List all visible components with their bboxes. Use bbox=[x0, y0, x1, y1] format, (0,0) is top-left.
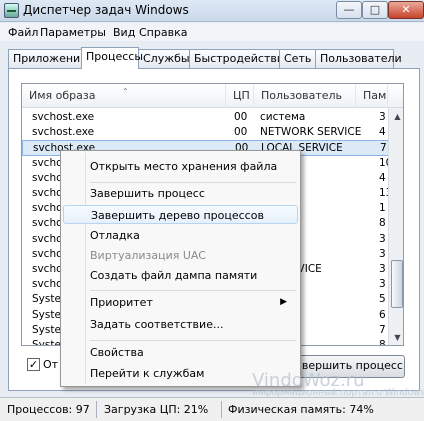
cell-image: Syste bbox=[32, 323, 61, 336]
cell-mem: 8 bbox=[379, 339, 386, 346]
cell-user: NETWORK SERVICE bbox=[260, 126, 362, 139]
cell-mem: 4 bbox=[379, 126, 386, 139]
menu-separator bbox=[90, 182, 296, 183]
cell-image: svcho bbox=[32, 278, 63, 291]
show-all-label: Oт bbox=[43, 358, 59, 371]
cell-mem: 6 bbox=[379, 308, 386, 321]
cell-image: svcho bbox=[32, 217, 63, 230]
cell-image: svcho bbox=[32, 171, 63, 184]
tab-performance[interactable]: Быстродействие bbox=[189, 49, 291, 68]
minimize-button[interactable]: — bbox=[336, 1, 362, 19]
cell-mem: 3 bbox=[379, 111, 386, 123]
column-image-label: Имя образа bbox=[29, 89, 96, 102]
menu-open-file-location[interactable]: Открыть место хранения файла bbox=[90, 157, 294, 176]
column-memory[interactable]: Памя bbox=[356, 84, 388, 108]
cell-image: Syste bbox=[32, 308, 61, 321]
cell-image: Syste bbox=[32, 339, 61, 346]
cell-mem: 5 bbox=[379, 293, 386, 306]
close-button[interactable]: ✕ bbox=[388, 1, 424, 19]
status-bar: Процессов: 97 Загрузка ЦП: 21% Физическа… bbox=[0, 397, 424, 421]
menu-debug[interactable]: Отладка bbox=[90, 226, 294, 245]
menu-set-affinity[interactable]: Задать соответствие... bbox=[90, 315, 294, 334]
scroll-thumb[interactable] bbox=[391, 260, 403, 308]
column-cpu[interactable]: ЦП bbox=[226, 84, 254, 108]
tab-users[interactable]: Пользователи bbox=[315, 49, 402, 68]
cell-mem: 1 bbox=[379, 202, 386, 215]
scroll-down-icon[interactable]: ▼ bbox=[389, 329, 403, 345]
table-row[interactable]: svchost.exe 00 система 3 bbox=[22, 110, 403, 126]
watermark-subtitle: информационный портал о Windows bbox=[252, 388, 424, 398]
title-bar: Диспетчер задач Windows — □ ✕ bbox=[0, 0, 424, 22]
cpu-usage: Загрузка ЦП: 21% bbox=[104, 403, 209, 416]
process-count: Процессов: 97 bbox=[7, 403, 90, 416]
cell-image: Syste bbox=[32, 293, 61, 306]
scroll-up-icon[interactable]: ▲ bbox=[389, 108, 403, 125]
status-divider bbox=[96, 401, 97, 418]
menu-file[interactable]: Файл bbox=[8, 26, 38, 39]
task-manager-window: Диспетчер задач Windows — □ ✕ Файл Парам… bbox=[0, 0, 424, 421]
column-user[interactable]: Пользователь bbox=[254, 84, 356, 108]
menu-end-process-tree[interactable]: Завершить дерево процессов bbox=[63, 205, 298, 224]
cell-cpu: 00 bbox=[234, 111, 248, 123]
cell-mem: 3 bbox=[379, 247, 386, 260]
menu-view[interactable]: Вид bbox=[113, 26, 135, 39]
sort-up-icon: ⌃ bbox=[122, 87, 129, 96]
cell-image: svcho bbox=[32, 187, 63, 199]
status-divider bbox=[221, 401, 222, 418]
menu-separator bbox=[90, 290, 296, 291]
column-image-name[interactable]: Имя образа ⌃ bbox=[22, 84, 226, 108]
menu-create-dump-file[interactable]: Создать файл дампа памяти bbox=[90, 266, 294, 285]
menu-priority[interactable]: Приоритет ▶ bbox=[90, 293, 294, 312]
menu-bar: Файл Параметры Вид Справка bbox=[0, 23, 424, 41]
window-title: Диспетчер задач Windows bbox=[23, 3, 189, 17]
menu-uac-virtualization: Виртуализация UAC bbox=[90, 249, 206, 262]
menu-gutter bbox=[85, 153, 86, 384]
cell-image: svcho bbox=[32, 232, 63, 245]
context-menu: Открыть место хранения файла Завершить п… bbox=[60, 150, 301, 387]
cell-image: svchost.exe bbox=[32, 111, 95, 123]
cell-user: система bbox=[260, 111, 306, 123]
cell-image: svcho bbox=[32, 202, 63, 215]
tab-applications[interactable]: Приложения bbox=[8, 49, 87, 68]
vertical-scrollbar[interactable]: ▲ ▼ bbox=[388, 108, 403, 345]
menu-separator bbox=[90, 340, 296, 341]
cell-mem: 3 bbox=[379, 232, 386, 245]
menu-options[interactable]: Параметры bbox=[40, 26, 106, 39]
cell-mem: 4 bbox=[379, 171, 386, 184]
tab-network[interactable]: Сеть bbox=[279, 49, 316, 68]
cell-cpu: 00 bbox=[234, 126, 248, 139]
maximize-button[interactable]: □ bbox=[362, 1, 388, 19]
tab-services[interactable]: Службы bbox=[138, 49, 190, 68]
menu-priority-label: Приоритет bbox=[90, 296, 153, 309]
cell-image: svchost.exe bbox=[32, 126, 95, 139]
cell-image: svcho bbox=[32, 247, 63, 260]
cell-image: svcho bbox=[32, 263, 63, 275]
tab-processes[interactable]: Процессы bbox=[81, 47, 143, 69]
submenu-arrow-icon: ▶ bbox=[280, 297, 287, 307]
cell-image: svcho bbox=[32, 156, 63, 169]
cell-mem: 3 bbox=[379, 263, 386, 275]
cell-mem: 3 bbox=[379, 278, 386, 291]
cell-mem: 7 bbox=[379, 323, 386, 336]
task-manager-icon bbox=[4, 3, 19, 18]
show-all-checkbox[interactable]: ✓ bbox=[27, 358, 40, 371]
table-row[interactable]: svchost.exe 00 NETWORK SERVICE 4 bbox=[22, 125, 403, 141]
menu-properties[interactable]: Свойства bbox=[90, 343, 294, 362]
list-header: Имя образа ⌃ ЦП Пользователь Памя bbox=[22, 84, 403, 108]
cell-mem: 8 bbox=[379, 217, 386, 230]
menu-end-process[interactable]: Завершить процесс bbox=[90, 184, 294, 203]
menu-help[interactable]: Справка bbox=[139, 26, 187, 39]
physical-memory: Физическая память: 74% bbox=[228, 403, 374, 416]
tab-strip: Приложения Процессы Службы Быстродействи… bbox=[0, 47, 424, 69]
cell-mem: 7 bbox=[380, 142, 387, 155]
